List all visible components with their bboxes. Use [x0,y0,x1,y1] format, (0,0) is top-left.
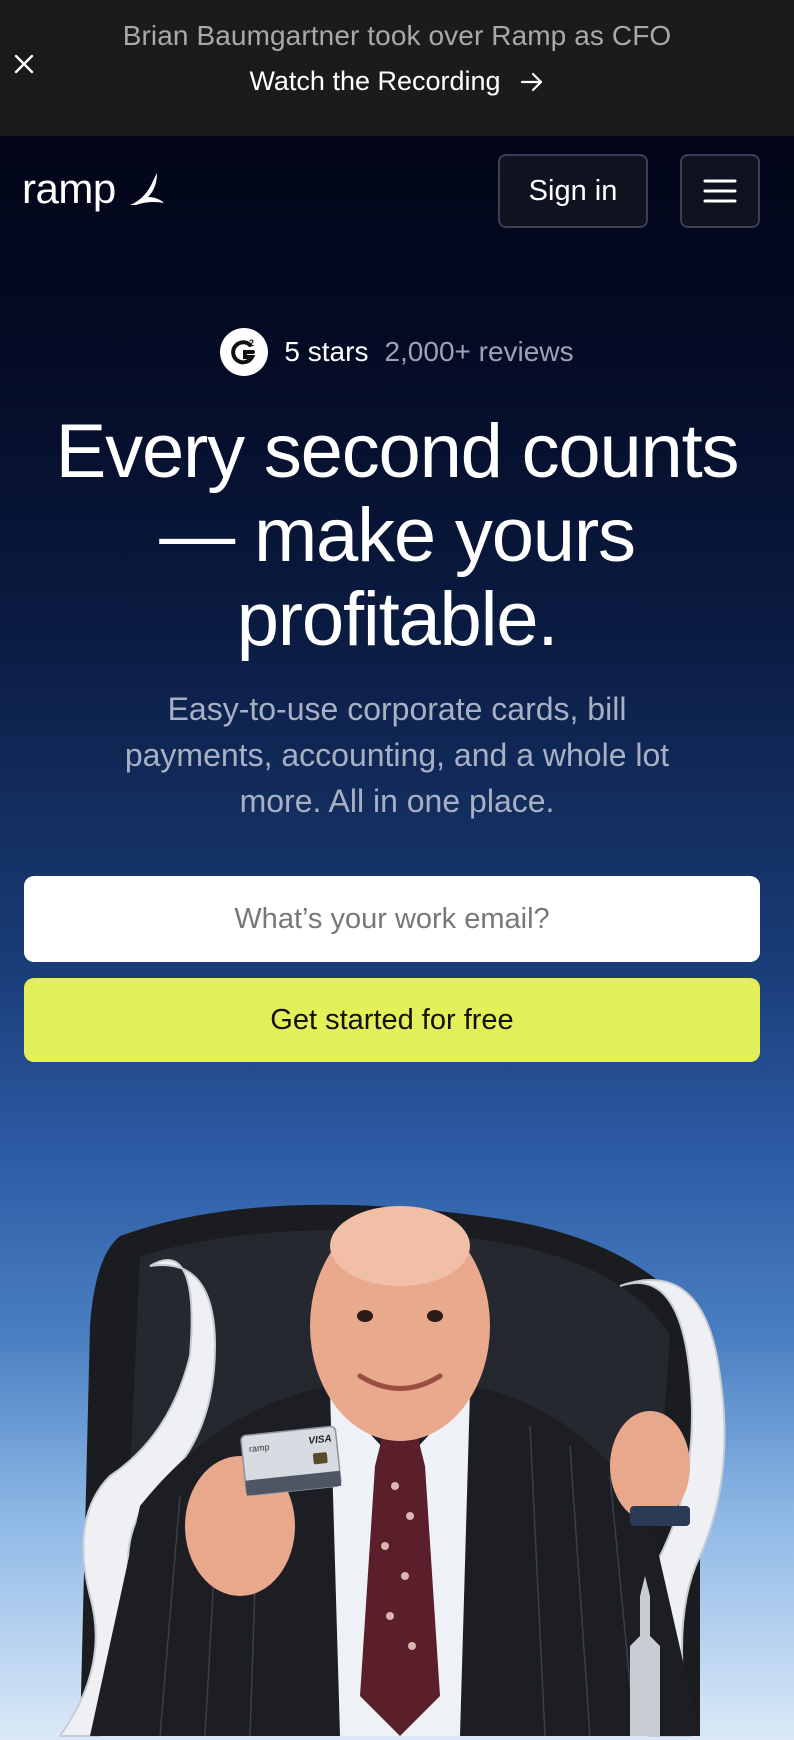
sign-in-label: Sign in [528,174,618,207]
work-email-input[interactable] [24,876,760,962]
announcement-banner: Brian Baumgartner took over Ramp as CFO … [0,0,794,136]
reviews-count: 2,000+ reviews [384,336,574,367]
hero-section: ramp Sign in 2 5 stars 2,000+ reviews Ev… [0,136,794,1740]
hero-title: Every second counts — make yours profita… [55,409,740,662]
hero-photo: ramp VISA [58,1204,726,1737]
ramp-logo[interactable]: ramp [22,164,166,214]
banner-headline: Brian Baumgartner took over Ramp as CFO [122,20,672,51]
g2-icon: 2 [220,328,269,376]
card-logo-text: ramp [248,1442,269,1454]
logo-wordmark: ramp [22,165,116,212]
watch-recording-label: Watch the Recording [249,66,501,96]
arrow-right-icon [520,72,542,91]
watch-recording-link[interactable]: Watch the Recording [0,66,794,97]
hero-subtitle: Easy-to-use corporate cards, bill paymen… [124,691,670,819]
menu-button[interactable] [680,154,760,228]
ramp-wing-icon [129,173,164,205]
get-started-button[interactable]: Get started for free [24,978,760,1062]
rating-row: 2 5 stars 2,000+ reviews [0,328,794,376]
sign-in-button[interactable]: Sign in [498,154,648,228]
svg-text:2: 2 [249,338,254,348]
hamburger-menu-icon [703,179,737,203]
stars-label: 5 stars [284,336,369,367]
